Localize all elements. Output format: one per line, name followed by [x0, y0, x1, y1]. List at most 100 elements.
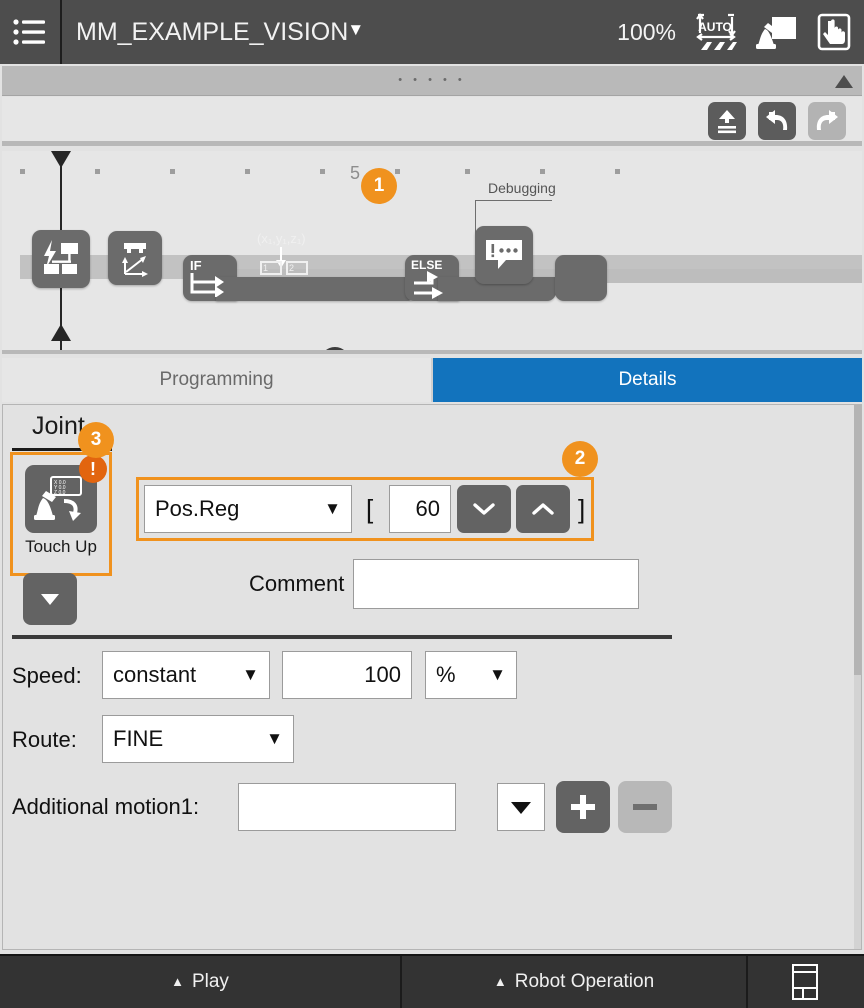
step-number-label: 5	[350, 163, 361, 183]
section-divider	[12, 635, 672, 639]
speed-value-input[interactable]: 100	[282, 651, 412, 699]
position-type-value: Pos.Reg	[155, 496, 240, 521]
bracket-close-label: ]	[578, 494, 586, 524]
else-branch-icon	[414, 271, 443, 299]
position-index-increment-button[interactable]	[516, 485, 570, 533]
flow-toolbar	[2, 97, 862, 146]
touch-up-label: Touch Up	[25, 537, 97, 556]
redo-arrow-icon	[816, 110, 838, 130]
speech-alert-icon	[486, 240, 522, 269]
speed-unit-dropdown[interactable]: % ▼	[425, 651, 517, 699]
robot-operation-label: Robot Operation	[514, 971, 655, 992]
auto-speed-icon[interactable]: AUTO	[692, 11, 738, 53]
bracket-open-label: [	[366, 494, 374, 524]
flow-block-comment-debug[interactable]	[475, 226, 533, 284]
up-triangle-icon: ▲	[493, 973, 507, 989]
debugging-annotation-label: Debugging	[488, 180, 556, 196]
flow-if-branch-tail	[216, 277, 416, 301]
undo-arrow-icon	[766, 110, 788, 130]
chevron-down-icon	[511, 802, 531, 814]
comment-label: Comment	[249, 571, 345, 596]
svg-text:Z 0.0: Z 0.0	[54, 490, 66, 496]
cursor-top-marker-icon	[51, 151, 71, 168]
position-index-input[interactable]: 60	[389, 485, 451, 533]
position-index-decrement-button[interactable]	[457, 485, 511, 533]
program-flow-canvas[interactable]: 5 IF (x₁,y₁,z₁) 1 2 ELSE Debugging 1	[2, 151, 862, 354]
else-label: ELSE	[411, 258, 443, 272]
add-motion-button[interactable]	[556, 781, 610, 833]
touch-up-warning-badge: !	[79, 455, 107, 483]
chevron-down-icon: ▼	[266, 729, 283, 748]
up-triangle-icon: ▲	[171, 973, 184, 989]
speed-mode-dropdown[interactable]: constant ▼	[102, 651, 270, 699]
section-title-joint: Joint	[32, 412, 85, 440]
xyz-slot-2[interactable]: 2	[286, 261, 308, 275]
program-name-label[interactable]: MM_EXAMPLE_VISION	[76, 18, 348, 47]
touch-hand-icon[interactable]	[814, 11, 854, 53]
upload-apply-icon	[718, 110, 736, 134]
if-branch-icon	[190, 273, 224, 297]
teach-pendant-app: MM_EXAMPLE_VISION ▼ 100% AUTO • • • • • …	[0, 0, 864, 1008]
chevron-down-icon: ▼	[242, 665, 259, 684]
callout-badge-3: 3	[78, 422, 114, 458]
route-dropdown[interactable]: FINE ▼	[102, 715, 294, 763]
flow-grid-dots	[2, 169, 862, 175]
details-scrollbar-track[interactable]	[854, 405, 861, 949]
callout-badge-2: 2	[562, 441, 598, 477]
speed-label: Speed:	[12, 663, 82, 688]
list-menu-icon	[13, 19, 45, 45]
chevron-down-icon	[473, 503, 495, 515]
route-label: Route:	[12, 727, 77, 752]
bottom-bar: ▲ Play ▲ Robot Operation	[0, 954, 864, 1008]
main-menu-button[interactable]	[0, 0, 62, 64]
play-button[interactable]: ▲ Play	[0, 956, 402, 1008]
cursor-bottom-marker-icon	[51, 324, 71, 341]
chevron-down-icon: ▼	[324, 499, 341, 518]
panel-tabs: Programming Details	[2, 358, 862, 402]
svg-text:AUTO: AUTO	[698, 20, 732, 34]
robot-projector-icon[interactable]	[754, 11, 798, 53]
plus-icon	[571, 795, 595, 819]
show-more-options-button[interactable]	[23, 573, 77, 625]
touch-up-button[interactable]: X 0.0 Y 0.0 Z 0.0 !	[25, 455, 107, 533]
flow-block-io-signal[interactable]	[32, 230, 90, 288]
debug-connector-horizontal	[475, 200, 552, 201]
chevron-down-icon	[41, 594, 59, 605]
robot-operation-button[interactable]: ▲ Robot Operation	[402, 956, 748, 1008]
redo-button[interactable]	[808, 102, 846, 140]
apply-upload-button[interactable]	[708, 102, 746, 140]
details-scrollbar-thumb[interactable]	[854, 405, 861, 675]
titlebar-right-group: 100% AUTO	[617, 0, 854, 64]
panel-layout-button[interactable]	[748, 956, 862, 1008]
additional-motion-dropdown-button[interactable]	[497, 783, 545, 831]
flow-block-end[interactable]	[555, 255, 607, 301]
chevron-up-icon	[532, 503, 554, 515]
position-type-dropdown[interactable]: Pos.Reg ▼	[144, 485, 352, 533]
xyz-label: (x₁,y₁,z₁)	[257, 231, 306, 246]
route-value: FINE	[113, 726, 164, 751]
drag-dots: • • • • •	[398, 74, 466, 86]
flow-block-tool-coordinate[interactable]	[108, 231, 162, 285]
panel-drag-handle[interactable]: • • • • •	[2, 66, 862, 96]
additional-motion-input[interactable]	[238, 783, 456, 831]
callout-badge-1: 1	[361, 168, 397, 204]
touch-up-group-highlight: X 0.0 Y 0.0 Z 0.0 ! Touch Up	[10, 452, 112, 576]
xyz-slot-1[interactable]: 1	[260, 261, 282, 275]
program-name-caret[interactable]: ▼	[347, 20, 364, 40]
tab-programming[interactable]: Programming	[2, 358, 433, 402]
tool-coordinate-icon	[122, 243, 148, 277]
position-register-badge: 60	[320, 347, 350, 350]
tab-details[interactable]: Details	[433, 358, 862, 402]
comment-input[interactable]	[353, 559, 639, 609]
lightning-network-icon	[44, 240, 78, 274]
minus-icon	[633, 804, 657, 810]
collapse-up-triangle-icon[interactable]	[834, 73, 854, 89]
title-bar: MM_EXAMPLE_VISION ▼ 100% AUTO	[0, 0, 864, 64]
remove-motion-button[interactable]	[618, 781, 672, 833]
touch-up-robot-icon: X 0.0 Y 0.0 Z 0.0	[34, 476, 82, 521]
undo-button[interactable]	[758, 102, 796, 140]
play-label: Play	[191, 971, 229, 992]
chevron-down-icon: ▼	[489, 665, 506, 684]
speed-unit-value: %	[436, 662, 456, 687]
speed-override-label[interactable]: 100%	[617, 19, 676, 46]
